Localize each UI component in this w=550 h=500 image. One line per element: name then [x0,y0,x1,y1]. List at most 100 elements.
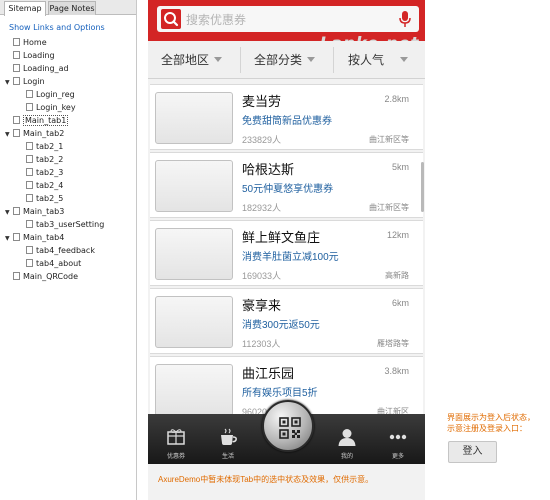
thumbnail-image [155,160,233,212]
merchant-name: 麦当劳 [242,94,282,109]
tree-node-login-reg[interactable]: Login_reg [26,89,75,101]
tab-more[interactable]: 更多 [378,414,418,464]
tab-life[interactable]: 生活 [208,414,248,464]
tree-node-tab3-usersetting[interactable]: tab3_userSetting [26,219,104,231]
filter-region-dropdown[interactable]: 全部地区 [161,41,223,79]
tree-node-label: Loading [23,51,55,60]
search-input[interactable]: 搜索优惠券 [157,6,419,32]
tree-node-tab2-5[interactable]: tab2_5 [26,193,63,205]
app-screen: 搜索优惠券 Lanke.net 全部地区 全部分类 按人气 麦当劳 2.8km … [148,0,425,500]
tree-node-label: Loading_ad [23,64,69,73]
page-icon [26,181,33,189]
annotation-line: 示意注册及登录入口： [447,424,527,433]
user-count: 233829人 [242,135,282,145]
user-count: 112303人 [242,339,281,349]
page-icon [26,155,33,163]
tree-node-main-tab3[interactable]: ▼ Main_tab3 [5,206,64,218]
login-button[interactable]: 登入 [448,441,497,463]
tree-node-tab4-feedback[interactable]: tab4_feedback [26,245,95,257]
page-icon [26,194,33,202]
distance: 3.8km [384,366,409,376]
tree-node-login-key[interactable]: Login_key [26,102,76,114]
filter-label: 全部分类 [254,53,303,67]
user-count: 182932人 [242,203,282,213]
tree-node-home[interactable]: Home [13,37,47,49]
gift-card-icon [167,429,185,445]
coupon-list: 麦当劳 2.8km 免费甜筒新品优惠券 233829人 曲江新区等 哈根达斯 5… [148,80,425,414]
tree-node-main-tab1[interactable]: Main_tab1 [13,115,69,127]
qr-scan-button[interactable] [262,400,314,452]
list-item[interactable]: 豪享来 6km 消费300元返50元 112303人 雁塔路等 [150,288,423,354]
tree-node-tab2-2[interactable]: tab2_2 [26,154,63,166]
search-icon[interactable] [161,9,181,29]
page-icon [13,129,20,137]
page-icon [13,77,20,85]
filter-label: 按人气 [348,53,385,67]
tab-page-notes[interactable]: Page Notes [48,1,96,15]
page-icon [13,64,20,72]
app-header: 搜索优惠券 Lanke.net [148,0,425,54]
tree-node-label: tab3_userSetting [36,220,105,229]
prototype-note: AxureDemo中暂未体现Tab中的选中状态及效果，仅供示意。 [158,475,374,484]
collapse-triangle-icon[interactable]: ▼ [5,207,11,219]
thumbnail-image [155,228,233,280]
filter-bar: 全部地区 全部分类 按人气 [148,41,425,79]
area-text: 高新路 [385,271,409,280]
list-item[interactable]: 哈根达斯 5km 50元仲夏悠享优惠券 182932人 曲江新区等 [150,152,423,218]
tree-node-loading[interactable]: Loading [13,50,55,62]
tab-label: 我的 [340,453,353,460]
tree-node-main-tab2[interactable]: ▼ Main_tab2 [5,128,64,140]
tree-node-tab4-about[interactable]: tab4_about [26,258,81,270]
tree-node-login[interactable]: ▼ Login [5,76,45,88]
search-placeholder: 搜索优惠券 [186,13,247,27]
tree-node-tab2-3[interactable]: tab2_3 [26,167,63,179]
tree-node-label: Main_tab2 [23,129,65,138]
tree-node-loading-ad[interactable]: Loading_ad [13,63,69,75]
tab-label: 优惠券 [166,453,185,460]
area-text: 曲江新区 [377,407,409,414]
tree-node-label: Home [23,38,47,47]
tree-node-label: Main_tab3 [23,207,65,216]
show-links-options-link[interactable]: Show Links and Options [9,23,105,32]
tab-coupons[interactable]: 优惠券 [156,414,196,464]
coffee-cup-icon [221,428,237,445]
tab-sitemap[interactable]: Sitemap [4,1,46,16]
annotation-line: 界面展示为登入后状态， [447,413,535,422]
chevron-down-icon [307,57,316,62]
chevron-down-icon [400,57,409,62]
tab-mine[interactable]: 我的 [327,414,367,464]
tree-node-main-qrcode[interactable]: Main_QRCode [13,271,78,283]
page-icon [26,142,33,150]
collapse-triangle-icon[interactable]: ▼ [5,233,11,245]
tree-node-tab2-1[interactable]: tab2_1 [26,141,63,153]
page-icon [26,103,33,111]
deal-text: 消费羊肚菌立减100元 [242,252,339,263]
page-icon [26,168,33,176]
tree-node-label: Main_tab4 [23,233,65,242]
filter-sort-dropdown[interactable]: 按人气 [348,41,409,79]
merchant-name: 曲江乐园 [242,366,295,381]
thumbnail-image [155,364,233,414]
page-icon [13,116,20,124]
tree-node-label: tab2_4 [36,181,64,190]
microphone-icon[interactable] [399,10,411,28]
tree-node-main-tab4[interactable]: ▼ Main_tab4 [5,232,64,244]
tree-node-label: tab4_feedback [36,246,95,255]
filter-category-dropdown[interactable]: 全部分类 [254,41,316,79]
page-icon [13,272,20,280]
tree-node-tab2-4[interactable]: tab2_4 [26,180,63,192]
merchant-name: 鲜上鲜文鱼庄 [242,230,321,245]
tree-node-label: Main_QRCode [23,272,79,281]
collapse-triangle-icon[interactable]: ▼ [5,77,11,89]
deal-text: 50元仲夏悠享优惠券 [242,184,334,195]
chevron-down-icon [214,57,223,62]
user-count: 169033人 [242,271,282,281]
list-item[interactable]: 鲜上鲜文鱼庄 12km 消费羊肚菌立减100元 169033人 高新路 [150,220,423,286]
list-scrollbar[interactable] [421,162,424,212]
list-item[interactable]: 麦当劳 2.8km 免费甜筒新品优惠券 233829人 曲江新区等 [150,84,423,150]
tree-node-label: tab4_about [36,259,82,268]
tree-node-label: Login [23,77,45,86]
tab-label: 更多 [391,453,404,460]
collapse-triangle-icon[interactable]: ▼ [5,129,11,141]
page-icon [13,38,20,46]
